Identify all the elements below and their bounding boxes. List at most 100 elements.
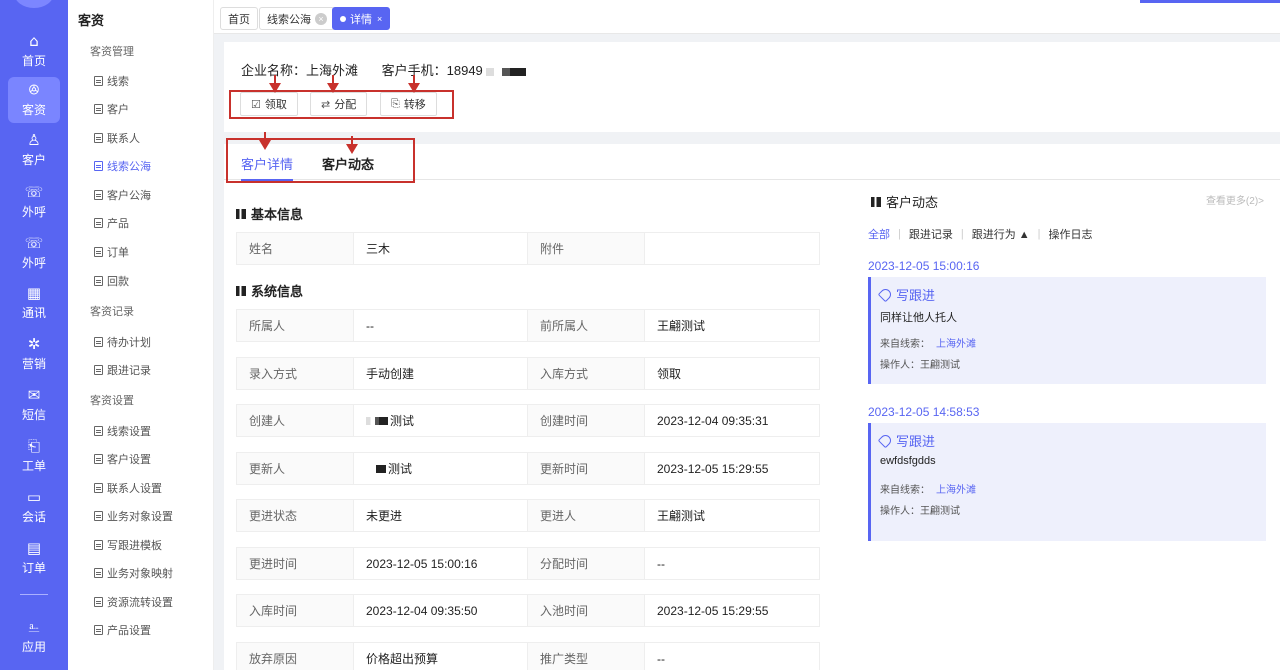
table-row: 更进状态 未更进 更进人 王翩测试	[236, 499, 823, 532]
field-value-text: 测试	[388, 462, 413, 476]
annotation-arrow	[259, 132, 271, 150]
activity-date: 2023-12-05 14:58:53	[868, 405, 980, 419]
sidebar-item-label: 回款	[107, 276, 129, 288]
rail-item-session[interactable]: ▭ 会话	[8, 484, 60, 530]
rail-label: 首页	[21, 54, 46, 68]
sidebar-item-products[interactable]: 产品	[94, 215, 129, 231]
rail-label: 外呼	[21, 205, 46, 219]
source-link[interactable]: 上海外滩	[936, 485, 976, 496]
sidebar-item-leads-pool[interactable]: 线索公海	[94, 158, 151, 174]
field-label: 姓名	[236, 232, 354, 265]
sidebar-item-label: 产品设置	[107, 625, 151, 637]
document-icon	[94, 161, 103, 171]
source-link[interactable]: 上海外滩	[936, 339, 976, 350]
sidebar-item-contacts[interactable]: 联系人	[94, 130, 140, 146]
field-value: 2023-12-04 09:35:31	[644, 404, 820, 437]
sidebar-item-object-mapping[interactable]: 业务对象映射	[94, 565, 173, 581]
sidebar-item-customer-pool[interactable]: 客户公海	[94, 187, 151, 203]
sidebar-item-product-settings[interactable]: 产品设置	[94, 622, 151, 638]
sidebar-item-label: 线索	[107, 76, 129, 88]
sidebar-item-leads[interactable]: 线索	[94, 73, 129, 89]
field-label: 更进人	[527, 499, 645, 532]
activity-body: 同样让他人托人	[880, 312, 957, 324]
rail-item-contacts[interactable]: ▦ 通讯	[8, 280, 60, 326]
filter-all[interactable]: 全部	[868, 226, 890, 242]
masked-name	[366, 416, 388, 425]
activity-card[interactable]: 写跟进 ewfdsfgdds 来自线索： 上海外滩 操作人：王翩测试	[868, 423, 1266, 541]
claim-button[interactable]: ☑ 领取	[240, 92, 298, 116]
rail-item-customer[interactable]: ♙ 客户	[8, 127, 60, 173]
document-icon	[94, 511, 103, 521]
filter-divider: |	[960, 228, 964, 240]
filter-followup-records[interactable]: 跟进记录	[909, 226, 953, 242]
rail-item-marketing[interactable]: ✲ 营销	[8, 331, 60, 377]
home-icon: ⌂	[29, 32, 39, 50]
activity-type-label: 写跟进	[896, 288, 936, 303]
app-logo[interactable]	[14, 0, 54, 8]
field-label: 更进时间	[236, 547, 354, 580]
close-icon[interactable]: ×	[315, 12, 327, 25]
sidebar-item-todo[interactable]: 待办计划	[94, 334, 151, 350]
rail-label: 通讯	[21, 306, 46, 320]
field-label: 创建时间	[527, 404, 645, 437]
top-accent-line	[1140, 0, 1280, 3]
sidebar-item-lead-settings[interactable]: 线索设置	[94, 423, 151, 439]
sidebar-item-followup-template[interactable]: 写跟进模板	[94, 537, 162, 553]
tab-customer-activity[interactable]: 客户动态	[322, 154, 374, 173]
activity-card[interactable]: 写跟进 同样让他人托人 来自线索： 上海外滩 操作人：王翩测试	[868, 277, 1266, 384]
sidebar-item-label: 订单	[107, 247, 129, 259]
field-label: 更进状态	[236, 499, 354, 532]
filter-operation-log[interactable]: 操作日志	[1049, 226, 1093, 242]
sidebar-item-customer-settings[interactable]: 客户设置	[94, 451, 151, 467]
rail-item-call-1[interactable]: ☏ 外呼	[8, 179, 60, 225]
lead-summary: 企业名称：上海外滩 客户手机：18949	[241, 60, 527, 79]
field-label: 更新人	[236, 452, 354, 485]
rail-item-sms[interactable]: ✉ 短信	[8, 382, 60, 428]
assign-icon: ⇄	[321, 98, 331, 111]
sidebar-group-label: 客资设置	[90, 395, 134, 407]
activity-date: 2023-12-05 15:00:16	[868, 259, 980, 273]
transfer-icon: ⎘	[391, 97, 400, 110]
assign-button[interactable]: ⇄ 分配	[310, 92, 368, 116]
document-icon	[94, 454, 103, 464]
rail-item-orders[interactable]: ▤ 订单	[8, 535, 60, 581]
rail-item-call-2[interactable]: ☏ 外呼	[8, 230, 60, 276]
sidebar-item-flow-settings[interactable]: 资源流转设置	[94, 594, 173, 610]
field-value: --	[644, 547, 820, 580]
field-value: 王翩测试	[644, 499, 820, 532]
field-value-text: 测试	[390, 414, 415, 428]
rail-label: 客资	[21, 103, 46, 117]
view-more-link[interactable]: 查看更多(2)>	[1206, 192, 1264, 207]
table-row: 入库时间 2023-12-04 09:35:50 入池时间 2023-12-05…	[236, 594, 823, 627]
tab-customer-detail[interactable]: 客户详情	[241, 154, 294, 181]
transfer-button[interactable]: ⎘ 转移	[380, 92, 437, 116]
field-value: 未更进	[353, 499, 528, 532]
rail-label: 订单	[21, 561, 46, 575]
table-row: 创建人 测试 创建时间 2023-12-04 09:35:31	[236, 404, 823, 437]
annotation-arrow	[327, 75, 339, 93]
users-icon: ꔮ	[28, 81, 40, 99]
filter-followup-behavior[interactable]: 跟进行为 ▲	[972, 226, 1030, 242]
rail-item-apps[interactable]: ⎁ 应用	[8, 614, 60, 660]
sidebar-item-object-settings[interactable]: 业务对象设置	[94, 508, 173, 524]
tab-label: 线索公海	[267, 13, 311, 26]
sidebar-item-payments[interactable]: 回款	[94, 273, 129, 289]
section-title: 系统信息	[251, 284, 304, 299]
field-value: 价格超出预算	[353, 642, 528, 670]
rail-item-ticket[interactable]: ⎗ 工单	[8, 433, 60, 479]
tab-leads-pool[interactable]: 线索公海 ×	[259, 7, 335, 30]
tab-home[interactable]: 首页	[220, 7, 258, 30]
sidebar-item-followups[interactable]: 跟进记录	[94, 362, 151, 378]
field-value: 王翩测试	[644, 309, 820, 342]
rail-item-leads[interactable]: ꔮ 客资	[8, 77, 60, 123]
sidebar-item-contact-settings[interactable]: 联系人设置	[94, 480, 162, 496]
section-title: 基本信息	[251, 207, 304, 222]
sidebar-item-customers[interactable]: 客户	[94, 101, 129, 117]
document-icon	[94, 276, 103, 286]
sidebar-item-label: 资源流转设置	[107, 597, 173, 609]
sidebar-item-orders[interactable]: 订单	[94, 244, 129, 260]
close-icon[interactable]: ×	[377, 14, 382, 24]
tab-detail[interactable]: 详情 ×	[332, 7, 391, 30]
rail-item-home[interactable]: ⌂ 首页	[8, 28, 60, 74]
apps-icon: ⎁	[27, 618, 40, 636]
